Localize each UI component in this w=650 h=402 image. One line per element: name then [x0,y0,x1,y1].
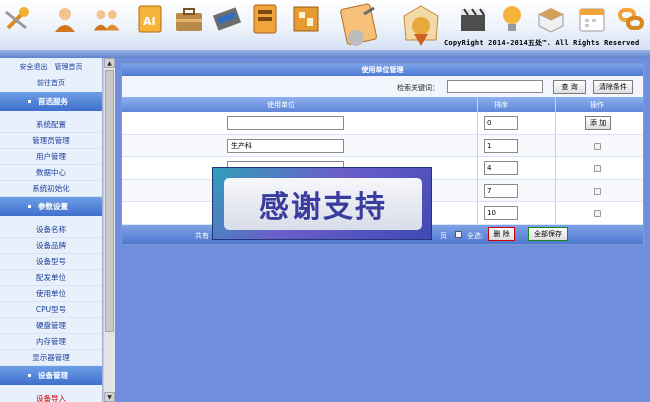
sidebar-item-device-name[interactable]: 设备名称 [0,222,102,238]
sidebar-item-data-center[interactable]: 数据中心 [0,165,102,181]
order-input[interactable] [484,206,518,220]
column-header-actions: 操作 [590,101,604,109]
document-pen-icon[interactable] [338,2,382,50]
panel-title: 使用单位管理 [122,64,643,76]
column-divider [555,134,556,156]
table-header: 使用单位 排序 操作 [122,97,643,112]
sidebar: 安全退出 管理首页 前往首页 首选服务 系统配置 管理员管理 用户管理 数据中心… [0,58,103,402]
order-input[interactable] [484,138,518,153]
sidebar-item-device-model[interactable]: 设备型号 [0,254,102,270]
column-divider [555,157,556,179]
sidebar-item-admin-management[interactable]: 管理员管理 [0,133,102,149]
ai-document-icon[interactable]: AI [135,4,165,34]
select-all-checkbox[interactable] [455,230,462,238]
section-header-preferred-services[interactable]: 首选服务 [0,92,102,111]
column-divider [477,97,478,112]
thanks-text: 感谢支持 [259,190,387,225]
section-title: 参数设置 [38,202,68,211]
clapperboard-icon[interactable] [458,4,488,34]
sidebar-scrollbar[interactable]: ▲ ▼ [103,58,115,402]
column-divider [555,97,556,112]
unit-name-input[interactable] [227,138,344,153]
search-label: 检索关键词： [397,84,439,92]
user-icon[interactable] [50,4,80,34]
users-icon[interactable] [92,4,122,34]
column-divider [555,112,556,134]
footer-total-label: 共有 [195,231,209,240]
delete-button[interactable]: 删 除 [488,226,515,241]
hard-drive-icon[interactable] [250,4,280,34]
section-header-device-management[interactable]: 设备管理 [0,366,102,385]
admin-home-link[interactable]: 管理首页 [55,62,83,74]
svg-text:AI: AI [143,15,156,28]
scroll-up-arrow-icon[interactable]: ▲ [104,58,115,68]
search-input[interactable] [447,80,543,93]
row-checkbox[interactable] [594,210,601,217]
link-icon[interactable] [616,4,646,34]
scrollbar-thumb[interactable] [105,70,114,332]
footer-page-label: 页 [440,231,447,240]
logout-link[interactable]: 安全退出 [20,62,48,74]
table-row: 添 加 [122,112,643,135]
search-row: 检索关键词： 查 询 清除条件 [122,76,643,97]
sidebar-item-user-management[interactable]: 用户管理 [0,149,102,165]
query-button[interactable]: 查 询 [553,80,586,94]
sidebar-item-disk-management[interactable]: 硬盘管理 [0,318,102,334]
sidebar-item-using-unit[interactable]: 使用单位 [0,286,102,302]
row-checkbox[interactable] [594,142,601,150]
column-divider [477,157,478,179]
sidebar-item-monitor-management[interactable]: 显示器管理 [0,350,102,366]
column-divider [477,202,478,224]
sidebar-item-system-config[interactable]: 系统配置 [0,117,102,133]
circuit-board-icon[interactable] [291,4,321,34]
sidebar-item-system-init[interactable]: 系统初始化 [0,181,102,197]
sidebar-item-memory-management[interactable]: 内存管理 [0,334,102,350]
thanks-overlay: 感谢支持 [212,167,432,240]
section-title: 设备管理 [38,371,68,380]
memory-chip-icon[interactable] [212,4,242,34]
unit-name-input[interactable] [227,116,344,130]
home-link[interactable]: 前往首页 [37,79,65,87]
save-all-button[interactable]: 全部保存 [528,226,568,241]
calendar-icon[interactable] [577,4,607,34]
column-header-order: 排序 [494,101,508,109]
row-checkbox[interactable] [594,165,601,172]
books-icon[interactable] [536,4,566,34]
sidebar-item-device-brand[interactable]: 设备品牌 [0,238,102,254]
column-header-unit: 使用单位 [267,101,295,109]
tools-icon[interactable] [2,4,32,34]
column-divider [477,179,478,201]
column-divider [477,112,478,134]
copyright-text: CopyRight 2014-2014五处™. All Rights Reser… [444,39,640,47]
bullet-icon [28,205,31,208]
table-row [122,134,643,157]
select-all-label: 全选: [467,231,484,240]
banner-stripe [0,50,650,58]
sidebar-home-row: 前往首页 [0,74,102,92]
clear-conditions-button[interactable]: 清除条件 [593,80,633,94]
order-input[interactable] [484,161,518,175]
add-button[interactable]: 添 加 [585,116,611,130]
lightbulb-icon[interactable] [497,4,527,34]
section-header-parameter-settings[interactable]: 参数设置 [0,197,102,216]
top-banner: AI CopyRight 2014-2014五处™. All Rights Re… [0,0,650,58]
row-checkbox[interactable] [594,187,601,195]
column-divider [555,179,556,201]
column-divider [555,202,556,224]
sidebar-item-device-import[interactable]: 设备导入 [0,391,102,402]
section-title: 首选服务 [38,97,68,106]
award-badge-icon[interactable] [398,2,444,50]
scroll-down-arrow-icon[interactable]: ▼ [104,392,115,402]
sidebar-item-issuing-unit[interactable]: 配发单位 [0,270,102,286]
briefcase-icon[interactable] [174,4,204,34]
bullet-icon [28,374,31,377]
order-input[interactable] [484,116,518,130]
thanks-card: 感谢支持 [224,178,422,230]
sidebar-item-cpu-model[interactable]: CPU型号 [0,302,102,318]
column-divider [477,134,478,156]
order-input[interactable] [484,183,518,198]
sidebar-top-links: 安全退出 管理首页 [0,58,102,74]
bullet-icon [28,100,31,103]
